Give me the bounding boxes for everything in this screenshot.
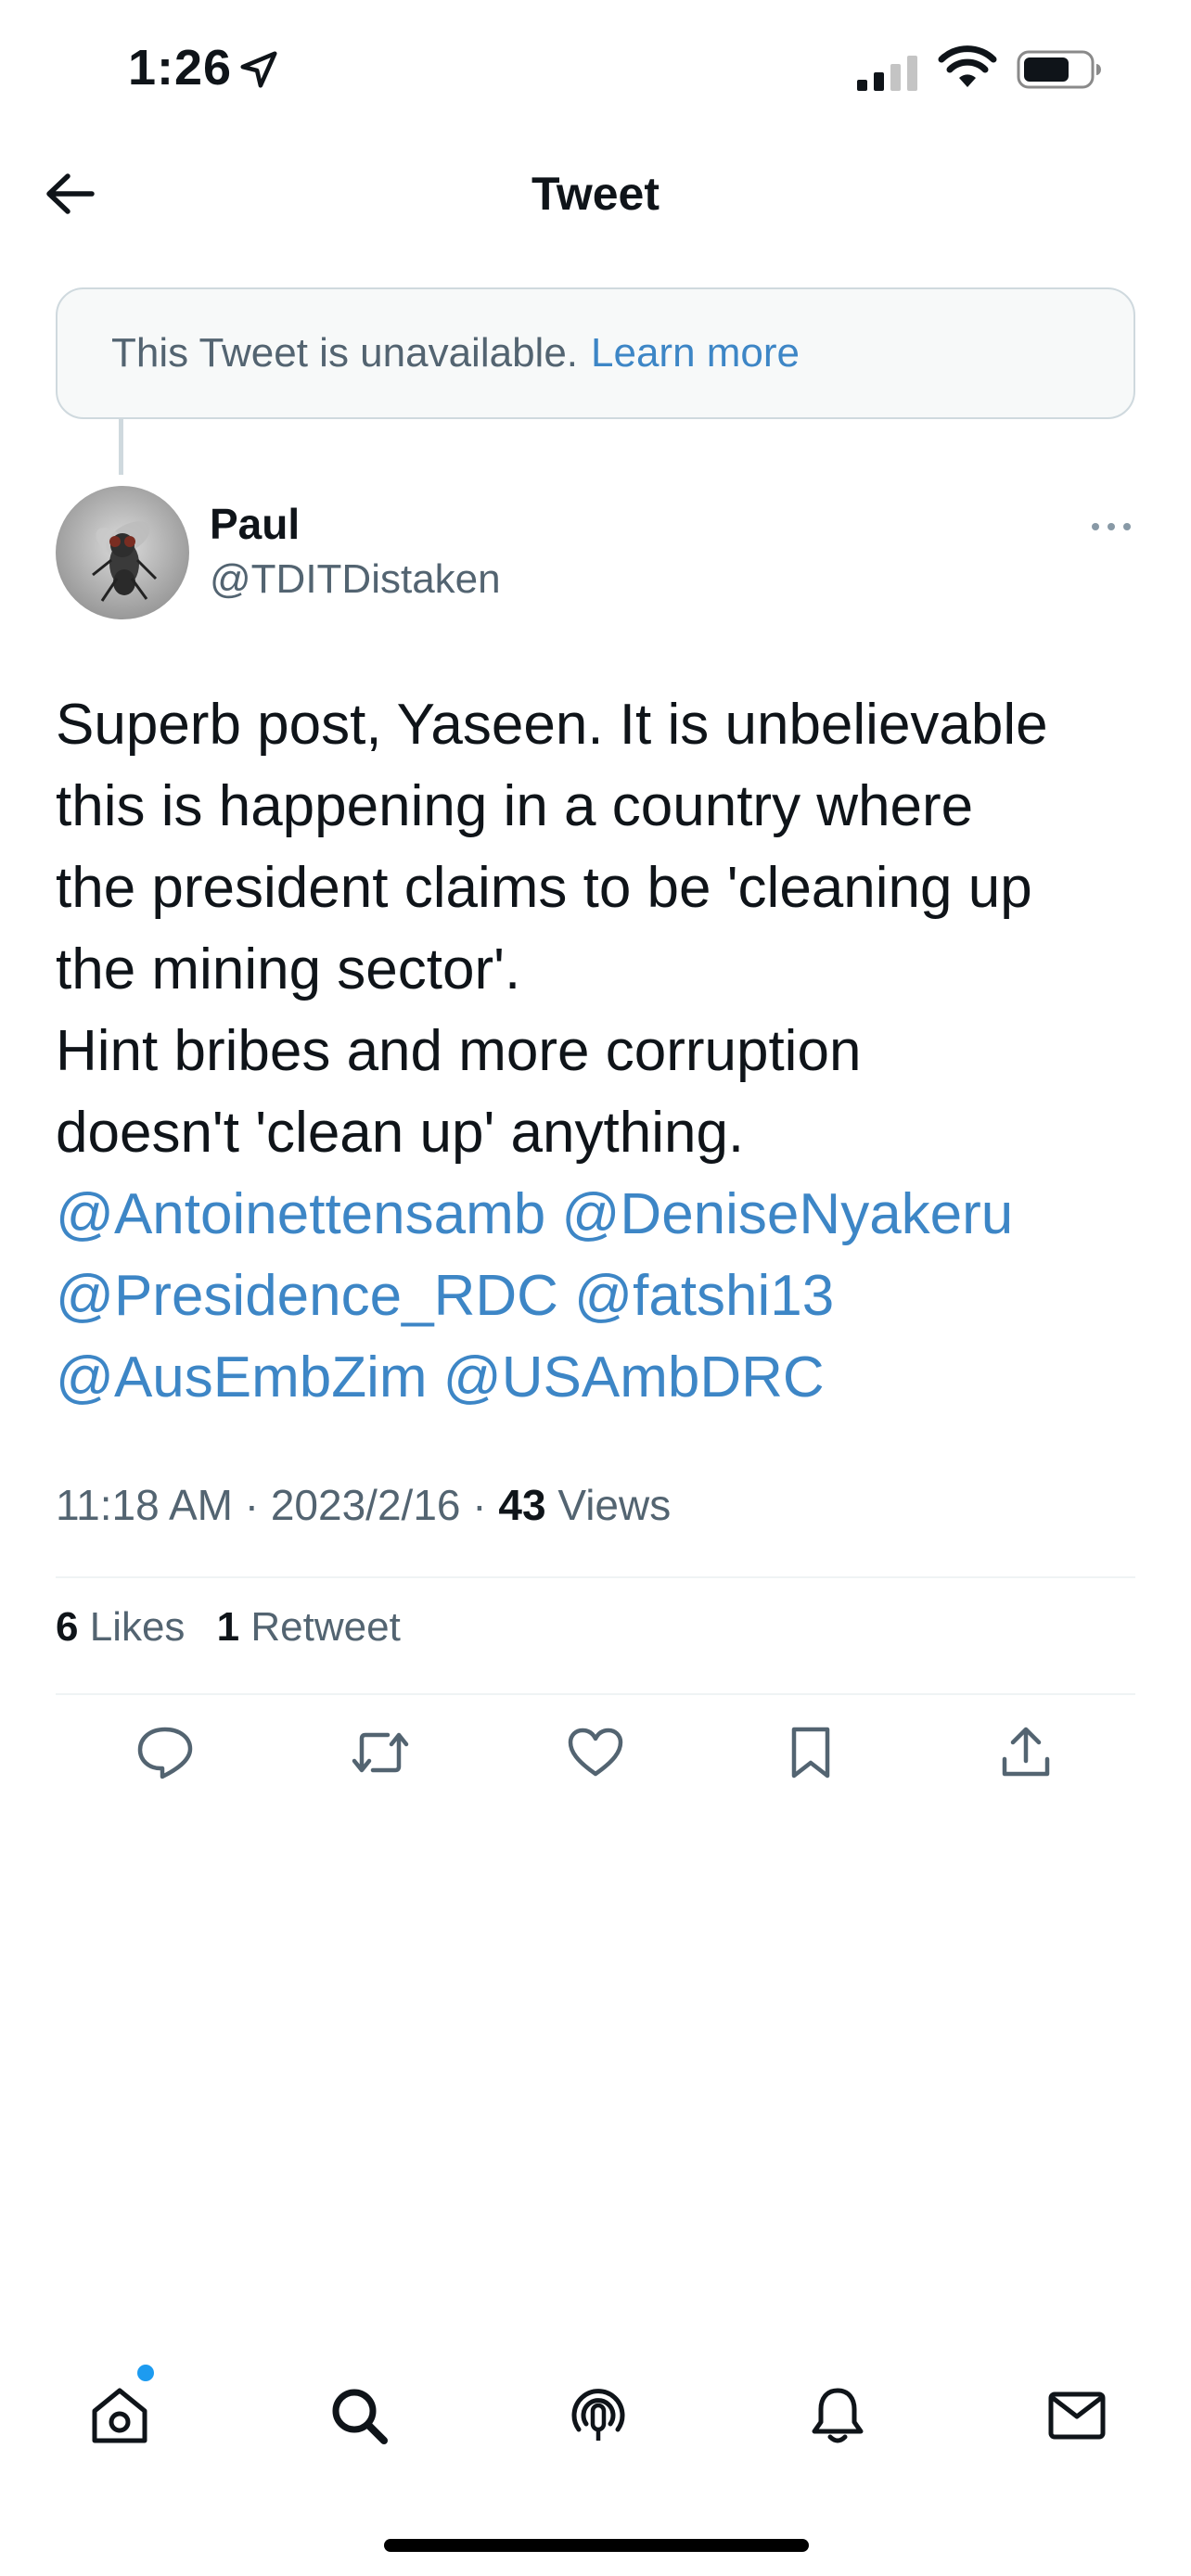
- unavailable-message: This Tweet is unavailable.: [111, 330, 579, 376]
- thread-connector-line: [119, 419, 123, 475]
- tab-home[interactable]: [78, 2374, 161, 2457]
- mention-link[interactable]: @Antoinettensamb: [56, 1182, 545, 1246]
- reply-button[interactable]: [128, 1715, 202, 1790]
- tweet-text-line: Hint bribes and more corruption: [56, 1019, 862, 1083]
- more-dots-icon: [1092, 523, 1131, 530]
- engagement-stats: 6 Likes 1 Retweet: [56, 1604, 421, 1651]
- tab-messages[interactable]: [1035, 2374, 1119, 2457]
- unavailable-tweet-notice: This Tweet is unavailable. Learn more: [56, 287, 1135, 419]
- share-icon: [1002, 1727, 1050, 1777]
- likes-stat[interactable]: 6 Likes: [56, 1604, 197, 1650]
- mention-link[interactable]: @USAmbDRC: [443, 1345, 825, 1409]
- mention-link[interactable]: @fatshi13: [574, 1264, 834, 1328]
- tab-search[interactable]: [317, 2374, 401, 2457]
- tweet-text-line: doesn't 'clean up' anything.: [56, 1101, 745, 1165]
- retweet-button[interactable]: [343, 1715, 417, 1790]
- tweet-text: Superb post, Yaseen. It is unbelievable …: [56, 684, 1150, 1419]
- bookmark-icon: [791, 1727, 830, 1779]
- learn-more-link[interactable]: Learn more: [591, 330, 800, 376]
- avatar[interactable]: [56, 486, 189, 619]
- reply-icon: [137, 1727, 193, 1779]
- tweet-date: 2023/2/16: [270, 1481, 461, 1529]
- tab-notifications[interactable]: [796, 2374, 879, 2457]
- share-button[interactable]: [989, 1715, 1063, 1790]
- meta-separator: ·: [472, 1481, 487, 1529]
- home-indicator[interactable]: [384, 2539, 809, 2552]
- mentions-line: @Antoinettensamb @DeniseNyakeru: [56, 1174, 1150, 1256]
- bottom-tab-bar: [0, 2374, 1191, 2467]
- messages-icon: [1048, 2391, 1106, 2440]
- tweet-text-line: this is happening in a country where: [56, 774, 974, 838]
- tweet-text-line: Superb post, Yaseen. It is unbelievable: [56, 693, 1048, 757]
- status-time: 1:26: [128, 40, 233, 96]
- retweet-icon: [352, 1732, 409, 1773]
- home-icon: [92, 2388, 147, 2443]
- tweet-detail-screen: 1:26 Tweet This Tweet is unavailable. Le…: [0, 0, 1191, 2576]
- author-handle[interactable]: @TDITDistaken: [210, 556, 501, 603]
- search-icon: [332, 2389, 388, 2444]
- wifi-icon: [938, 45, 997, 87]
- location-arrow-icon: [240, 51, 277, 88]
- mentions-line: @Presidence_RDC @fatshi13: [56, 1256, 1150, 1337]
- like-button[interactable]: [558, 1715, 633, 1790]
- tweet-time: 11:18 AM: [56, 1481, 233, 1529]
- battery-icon: [1017, 50, 1101, 89]
- like-icon: [568, 1728, 623, 1777]
- tweet-action-bar: [56, 1715, 1135, 1790]
- meta-separator: ·: [244, 1481, 260, 1529]
- page-title: Tweet: [531, 168, 660, 220]
- more-options-button[interactable]: [1083, 508, 1139, 545]
- fly-avatar-image: [56, 486, 189, 619]
- divider: [56, 1693, 1135, 1695]
- retweets-stat[interactable]: 1 Retweet: [217, 1604, 401, 1650]
- retweets-label: Retweet: [250, 1604, 401, 1650]
- bookmark-button[interactable]: [774, 1715, 848, 1790]
- tweet-timestamp-views: 11:18 AM · 2023/2/16 · 43 Views: [56, 1480, 671, 1530]
- divider: [56, 1576, 1135, 1578]
- mentions-line: @AusEmbZim @USAmbDRC: [56, 1337, 1150, 1419]
- likes-label: Likes: [89, 1604, 186, 1650]
- status-bar: 1:26: [0, 0, 1191, 139]
- mention-link[interactable]: @Presidence_RDC: [56, 1264, 558, 1328]
- spaces-icon: [571, 2389, 625, 2441]
- tweet-text-line: the mining sector'.: [56, 937, 521, 1001]
- tab-spaces[interactable]: [557, 2374, 640, 2457]
- retweets-count: 1: [216, 1604, 240, 1650]
- tweet-text-line: the president claims to be 'cleaning up: [56, 856, 1032, 920]
- likes-count: 6: [56, 1604, 79, 1650]
- mention-link[interactable]: @AusEmbZim: [56, 1345, 428, 1409]
- views-count: 43: [498, 1481, 546, 1529]
- notifications-icon: [812, 2388, 864, 2443]
- top-navigation-bar: Tweet: [0, 139, 1191, 250]
- mention-link[interactable]: @DeniseNyakeru: [561, 1182, 1013, 1246]
- cellular-signal-icon: [857, 56, 917, 91]
- author-name[interactable]: Paul: [210, 499, 300, 549]
- views-label[interactable]: Views: [557, 1481, 671, 1529]
